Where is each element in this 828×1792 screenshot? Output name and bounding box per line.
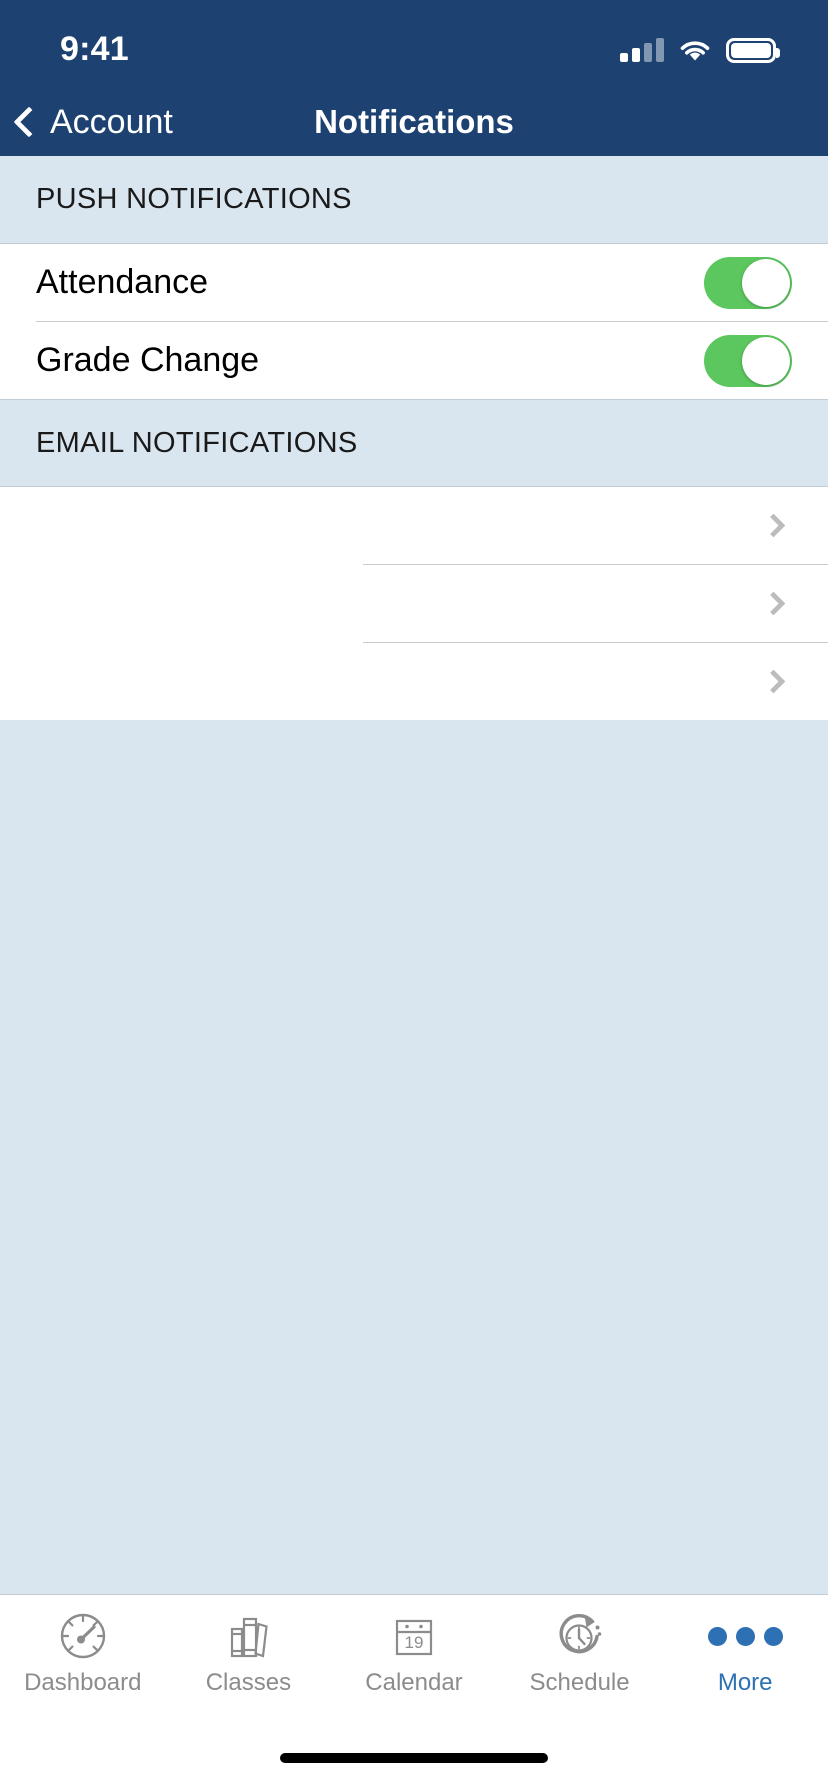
- status-icons: [620, 26, 780, 63]
- chevron-right-icon: [761, 669, 786, 694]
- tab-label: Calendar: [365, 1669, 463, 1696]
- row-label: Attendance: [36, 263, 209, 301]
- cellular-signal-icon: [620, 38, 664, 62]
- email-notifications-group: [0, 487, 828, 720]
- wifi-icon: [680, 40, 710, 60]
- books-icon: [220, 1607, 276, 1665]
- home-indicator[interactable]: [280, 1753, 548, 1763]
- chevron-left-icon: [13, 106, 45, 138]
- toggle-knob: [742, 336, 790, 385]
- battery-icon: [726, 37, 780, 63]
- tab-label: Dashboard: [24, 1669, 142, 1696]
- tab-label: More: [717, 1669, 773, 1696]
- row-attendance[interactable]: Attendance: [0, 244, 828, 321]
- tab-bar: Dashboard Classes 19 Calendar Schedule M…: [0, 1594, 828, 1724]
- clock-arrow-icon: [552, 1607, 608, 1665]
- tab-calendar[interactable]: 19 Calendar: [331, 1595, 497, 1697]
- push-notifications-group: Attendance Grade Change: [0, 244, 828, 399]
- tab-label: Schedule: [529, 1669, 630, 1696]
- email-row-2[interactable]: [0, 565, 828, 642]
- home-indicator-area: [0, 1724, 828, 1792]
- gauge-icon: [55, 1607, 111, 1665]
- status-time: 9:41: [60, 29, 129, 68]
- navigation-bar: Account Notifications: [0, 88, 828, 156]
- toggle-knob: [742, 258, 790, 307]
- tab-label: Classes: [205, 1669, 292, 1696]
- app-screen: 9:41 Account Notifications PUSH NOTIFICA…: [0, 0, 828, 1792]
- tab-schedule[interactable]: Schedule: [497, 1595, 663, 1697]
- tab-classes[interactable]: Classes: [166, 1595, 332, 1697]
- settings-content: PUSH NOTIFICATIONS Attendance Grade Chan…: [0, 156, 828, 1594]
- section-header-push: PUSH NOTIFICATIONS: [0, 156, 828, 244]
- back-button[interactable]: Account: [0, 103, 173, 142]
- calendar-icon: 19: [386, 1607, 442, 1665]
- ellipsis-icon: [707, 1607, 783, 1665]
- calendar-day-number: 19: [405, 1633, 424, 1652]
- attendance-toggle[interactable]: [704, 256, 792, 309]
- grade-change-toggle[interactable]: [704, 334, 792, 387]
- email-row-1[interactable]: [0, 487, 828, 564]
- row-grade-change[interactable]: Grade Change: [0, 322, 828, 399]
- email-row-3[interactable]: [0, 643, 828, 720]
- chevron-right-icon: [761, 513, 786, 538]
- row-label: Grade Change: [36, 341, 260, 379]
- back-button-label: Account: [50, 102, 173, 141]
- tab-dashboard[interactable]: Dashboard: [0, 1595, 166, 1697]
- status-bar: 9:41: [0, 0, 828, 88]
- section-header-email: EMAIL NOTIFICATIONS: [0, 399, 828, 487]
- chevron-right-icon: [761, 591, 786, 616]
- tab-more[interactable]: More: [662, 1595, 828, 1697]
